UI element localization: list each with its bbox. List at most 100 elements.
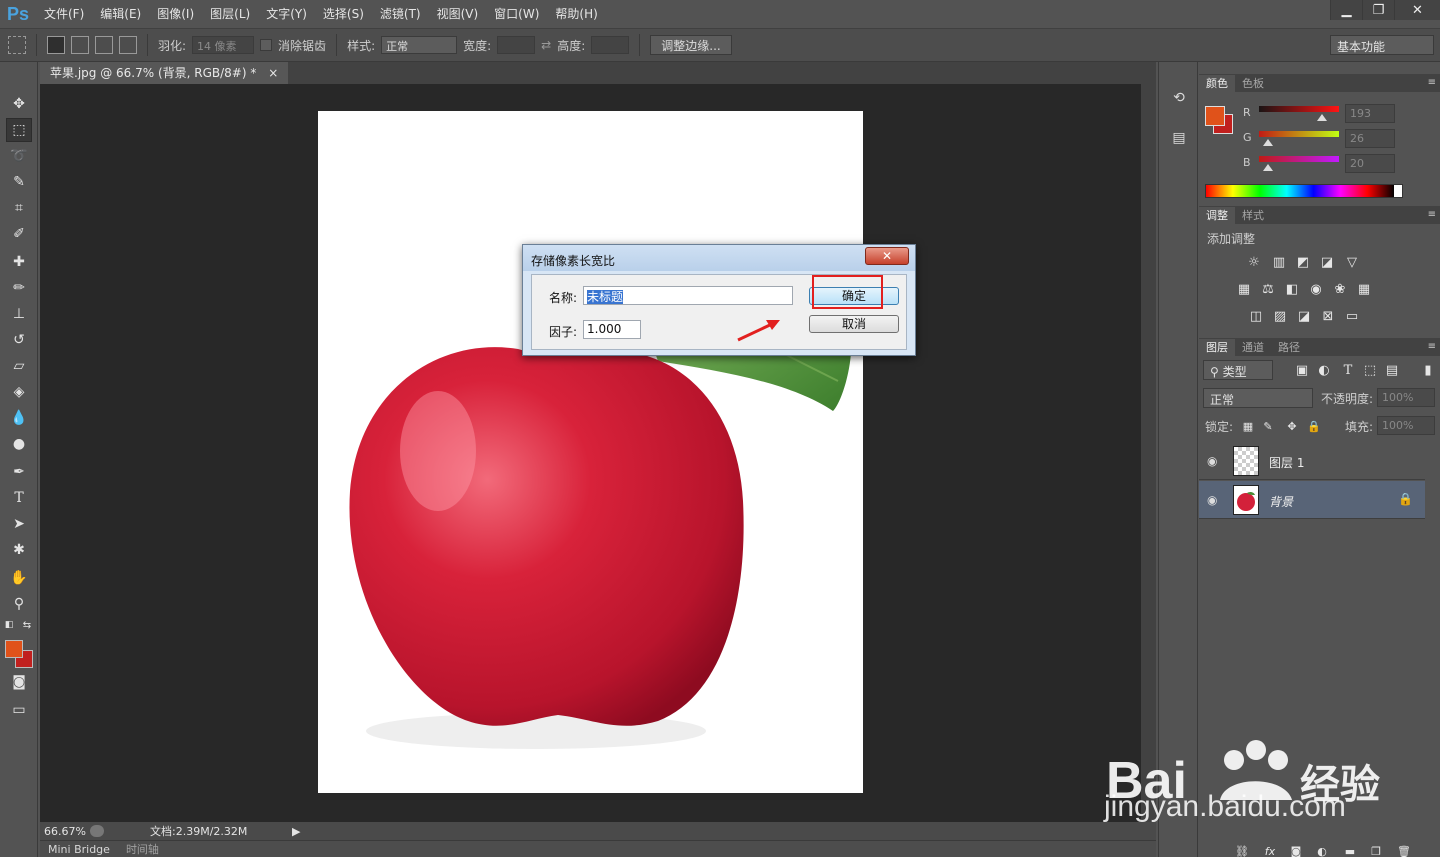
quick-select-tool-icon[interactable]: ✎	[6, 170, 32, 194]
dodge-tool-icon[interactable]: ●	[6, 432, 32, 456]
blue-slider[interactable]	[1259, 156, 1339, 162]
new-adjustment-layer-icon[interactable]: ◐	[1313, 842, 1331, 857]
panel-foreground-swatch[interactable]	[1205, 106, 1225, 126]
blue-slider-thumb[interactable]	[1263, 164, 1273, 171]
menu-image[interactable]: 图像(I)	[149, 0, 202, 28]
crop-tool-icon[interactable]: ⌗	[6, 196, 32, 220]
history-panel-icon[interactable]: ⟲	[1167, 86, 1191, 110]
adjustment-filter-icon[interactable]: ◐	[1315, 361, 1333, 379]
screen-mode-icon[interactable]: ▭	[6, 698, 32, 722]
selective-color-icon[interactable]: ⊠	[1319, 307, 1337, 325]
workspace-select[interactable]: 基本功能	[1330, 35, 1434, 55]
tab-paths[interactable]: 路径	[1271, 339, 1307, 356]
menu-file[interactable]: 文件(F)	[36, 0, 92, 28]
tab-styles[interactable]: 样式	[1235, 207, 1271, 224]
foreground-color-swatch[interactable]	[5, 640, 23, 658]
red-value-input[interactable]: 193	[1345, 104, 1395, 123]
restore-icon[interactable]: ❐	[1362, 0, 1394, 20]
style-select[interactable]: 正常	[381, 36, 458, 54]
tab-color[interactable]: 颜色	[1199, 75, 1235, 92]
minimize-icon[interactable]: ▁	[1330, 0, 1362, 20]
menu-view[interactable]: 视图(V)	[429, 0, 487, 28]
hue-saturation-icon[interactable]: ▦	[1235, 280, 1253, 298]
brightness-contrast-icon[interactable]: ☼	[1245, 253, 1263, 271]
fx-icon[interactable]: fx	[1261, 842, 1279, 857]
filter-toggle-icon[interactable]: ▮	[1419, 361, 1437, 379]
intersect-selection-icon[interactable]	[119, 36, 137, 54]
pixel-filter-icon[interactable]: ▣	[1293, 361, 1311, 379]
default-colors-icon[interactable]: ◧	[2, 618, 16, 632]
black-white-icon[interactable]: ◧	[1283, 280, 1301, 298]
shape-filter-icon[interactable]: ⬚	[1361, 361, 1379, 379]
menu-layer[interactable]: 图层(L)	[202, 0, 258, 28]
menu-filter[interactable]: 滤镜(T)	[372, 0, 429, 28]
new-group-icon[interactable]: ▬	[1341, 842, 1359, 857]
lock-all-icon[interactable]: 🔒	[1305, 417, 1323, 435]
close-tab-icon[interactable]: ×	[268, 66, 278, 80]
history-brush-tool-icon[interactable]: ↺	[6, 328, 32, 352]
marquee-preset-icon[interactable]	[8, 36, 26, 54]
tab-adjustments[interactable]: 调整	[1199, 207, 1235, 224]
healing-brush-tool-icon[interactable]: ✚	[6, 250, 32, 274]
blend-mode-select[interactable]: 正常	[1203, 388, 1313, 408]
document-tab[interactable]: 苹果.jpg @ 66.7% (背景, RGB/8#) * ×	[40, 62, 289, 84]
opacity-input[interactable]: 100%	[1377, 388, 1435, 407]
exposure-icon[interactable]: ◪	[1318, 253, 1336, 271]
lock-position-icon[interactable]: ✥	[1283, 417, 1301, 435]
swap-colors-icon[interactable]: ⇆	[20, 618, 34, 632]
color-balance-icon[interactable]: ⚖	[1259, 280, 1277, 298]
add-mask-icon[interactable]: ◙	[1287, 842, 1305, 857]
blur-tool-icon[interactable]: 💧	[6, 406, 32, 430]
menu-window[interactable]: 窗口(W)	[486, 0, 547, 28]
close-icon[interactable]: ✕	[1394, 0, 1440, 20]
green-slider-thumb[interactable]	[1263, 139, 1273, 146]
panel-menu-icon[interactable]: ≡	[1428, 209, 1436, 220]
document-image[interactable]	[318, 111, 863, 793]
width-input[interactable]	[497, 36, 536, 54]
red-slider[interactable]	[1259, 106, 1339, 112]
visibility-eye-icon[interactable]: ◉	[1207, 493, 1217, 507]
brush-tool-icon[interactable]: ✏	[6, 276, 32, 300]
panel-menu-icon[interactable]: ≡	[1428, 341, 1436, 352]
channel-mixer-icon[interactable]: ❀	[1331, 280, 1349, 298]
fill-input[interactable]: 100%	[1377, 416, 1435, 435]
lock-transparent-icon[interactable]: ▦	[1239, 417, 1257, 435]
color-spectrum[interactable]	[1205, 184, 1403, 198]
status-arrow-icon[interactable]: ▶	[292, 825, 300, 838]
layer-row-selected[interactable]: ◉ 背景 🔒	[1199, 481, 1425, 519]
antialias-checkbox[interactable]	[260, 39, 273, 51]
name-input[interactable]: 未标题	[583, 286, 793, 305]
eyedropper-tool-icon[interactable]: ✐	[6, 222, 32, 246]
swap-icon[interactable]: ⇄	[541, 38, 551, 52]
add-selection-icon[interactable]	[71, 36, 89, 54]
tab-layers[interactable]: 图层	[1199, 339, 1235, 356]
menu-type[interactable]: 文字(Y)	[258, 0, 315, 28]
layer-row[interactable]: ◉ 图层 1	[1199, 442, 1425, 480]
new-layer-icon[interactable]: ❐	[1367, 842, 1385, 857]
invert-icon[interactable]: ◫	[1247, 307, 1265, 325]
move-tool-icon[interactable]: ✥	[6, 92, 32, 116]
quick-mask-icon[interactable]: ◙	[6, 670, 32, 694]
menu-help[interactable]: 帮助(H)	[547, 0, 605, 28]
eraser-tool-icon[interactable]: ▱	[6, 354, 32, 378]
zoom-tool-icon[interactable]: ⚲	[6, 592, 32, 616]
menu-select[interactable]: 选择(S)	[315, 0, 372, 28]
type-filter-icon[interactable]: T	[1339, 361, 1357, 379]
threshold-icon[interactable]: ◪	[1295, 307, 1313, 325]
tab-swatches[interactable]: 色板	[1235, 75, 1271, 92]
menu-edit[interactable]: 编辑(E)	[92, 0, 149, 28]
gradient-map-icon[interactable]: ▭	[1343, 307, 1361, 325]
hand-tool-icon[interactable]: ✋	[6, 566, 32, 590]
factor-input[interactable]: 1.000	[583, 320, 641, 339]
stamp-tool-icon[interactable]: ⊥	[6, 302, 32, 326]
delete-layer-icon[interactable]: 🗑	[1395, 842, 1413, 857]
photo-filter-icon[interactable]: ◉	[1307, 280, 1325, 298]
red-slider-thumb[interactable]	[1317, 114, 1327, 121]
tab-channels[interactable]: 通道	[1235, 339, 1271, 356]
blue-value-input[interactable]: 20	[1345, 154, 1395, 173]
green-value-input[interactable]: 26	[1345, 129, 1395, 148]
dialog-close-button[interactable]: ✕	[865, 247, 909, 265]
smart-object-filter-icon[interactable]: ▤	[1383, 361, 1401, 379]
status-menu-icon[interactable]	[90, 825, 104, 837]
tab-mini-bridge[interactable]: Mini Bridge	[40, 841, 118, 857]
